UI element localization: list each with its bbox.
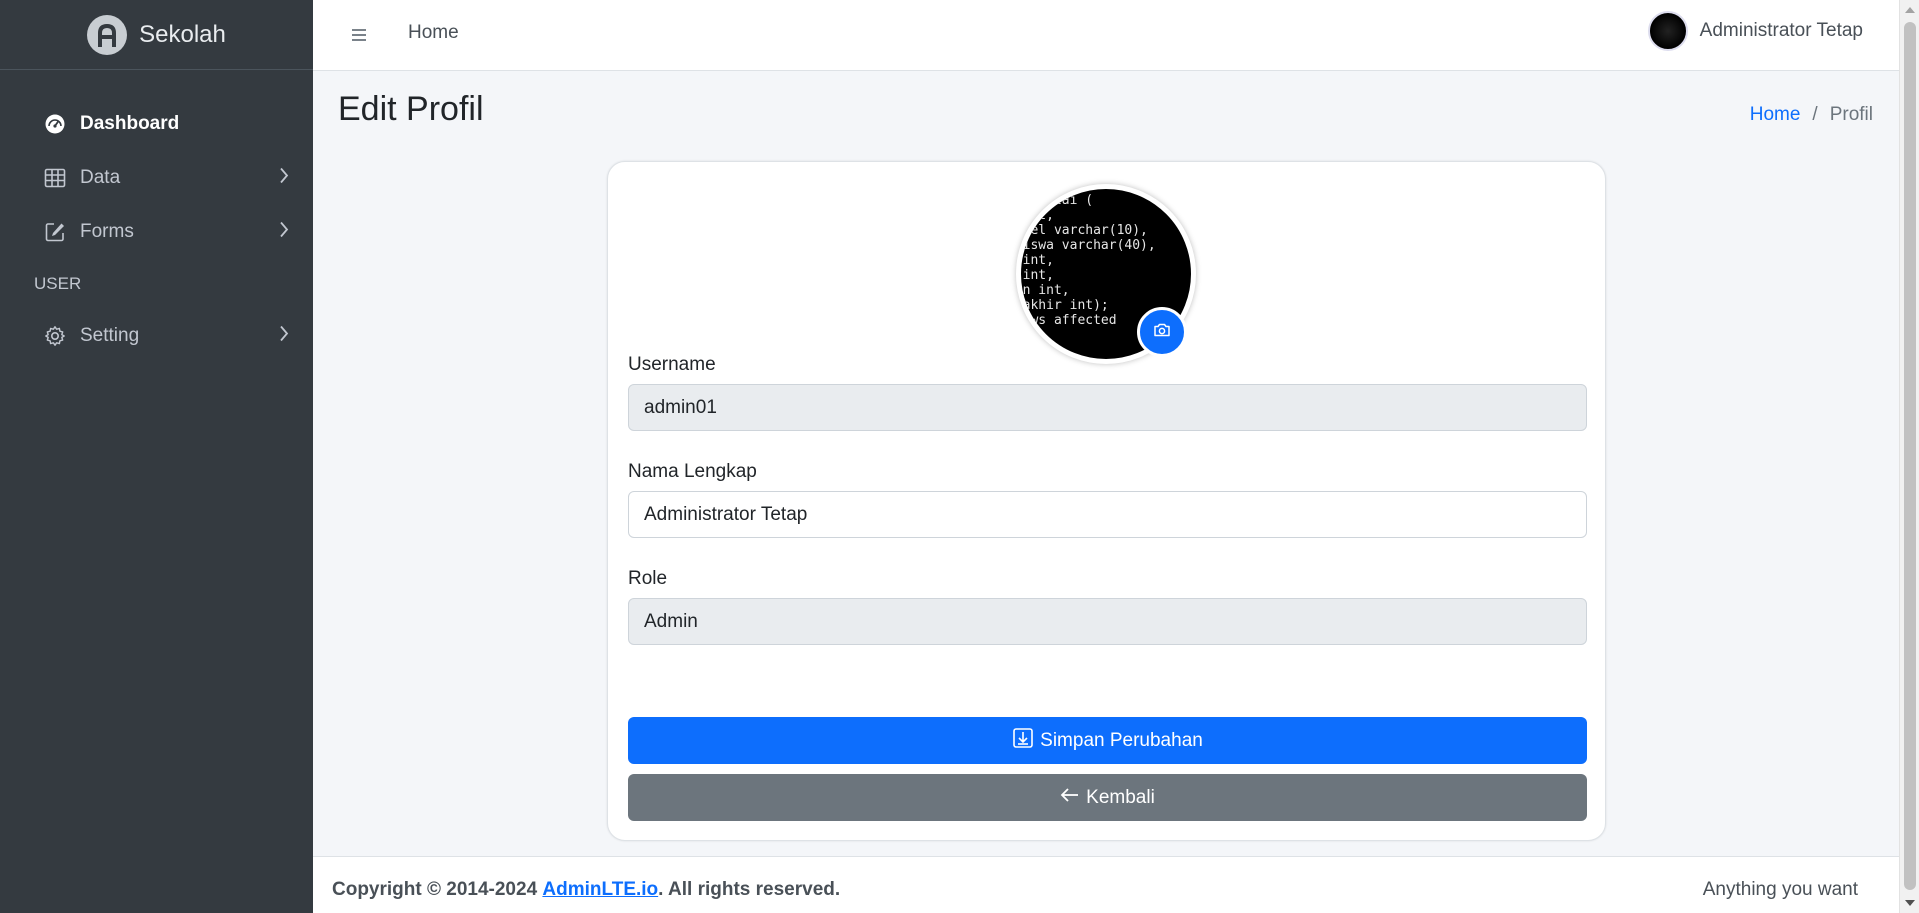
sidebar-section-header: USER <box>34 274 82 293</box>
role-label: Role <box>628 568 668 589</box>
sidebar-item-setting[interactable]: Setting <box>0 309 313 363</box>
brand-link[interactable]: Sekolah <box>0 0 313 70</box>
breadcrumb-current: Profil <box>1829 104 1873 125</box>
chevron-right-icon <box>279 325 289 348</box>
navbar-home-link[interactable]: Home <box>408 22 459 44</box>
user-name: Administrator Tetap <box>1699 20 1863 41</box>
speedometer-icon <box>44 113 66 135</box>
page-title: Edit Profil <box>338 90 484 128</box>
profile-picture-text: BLE nilai ( i int, mapel varchar(10), si… <box>1016 193 1156 328</box>
change-photo-button[interactable] <box>1137 307 1187 357</box>
chevron-right-icon <box>279 221 289 244</box>
adminlte-link[interactable]: AdminLTE.io <box>542 879 658 900</box>
adminlte-logo-icon <box>87 14 128 55</box>
fullname-label: Nama Lengkap <box>628 461 757 482</box>
save-button-label: Simpan Perubahan <box>1040 729 1203 751</box>
save-icon <box>1012 727 1034 755</box>
breadcrumb-home-link[interactable]: Home <box>1750 104 1801 126</box>
breadcrumb: Home / Profil <box>1750 104 1873 126</box>
scroll-down-arrow-icon[interactable] <box>1905 900 1915 906</box>
username-field[interactable] <box>628 384 1587 431</box>
sidebar-nav: Dashboard Data Forms USER Setting <box>0 70 313 363</box>
copyright-text: Copyright © 2014-2024 <box>332 879 538 900</box>
top-navbar: Home Administrator Tetap <box>313 0 1899 71</box>
sidebar-item-label: Forms <box>80 221 134 242</box>
avatar <box>1647 11 1688 51</box>
fullname-field[interactable] <box>628 491 1587 538</box>
footer-copyright: Copyright © 2014-2024 AdminLTE.io. All r… <box>332 879 840 901</box>
scrollbar[interactable] <box>1899 0 1919 913</box>
table-icon <box>44 167 66 189</box>
sidebar: Sekolah Dashboard Data Forms USER Settin… <box>0 0 313 913</box>
footer: Copyright © 2014-2024 AdminLTE.io. All r… <box>313 856 1899 913</box>
brand-name: Sekolah <box>139 20 226 48</box>
arrow-left-icon <box>1060 787 1080 809</box>
rights-text-inner: . All rights reserved. <box>658 879 841 900</box>
sidebar-item-dashboard[interactable]: Dashboard <box>0 97 313 151</box>
back-button[interactable]: Kembali <box>628 774 1587 821</box>
sidebar-item-data[interactable]: Data <box>0 151 313 205</box>
sidebar-item-forms[interactable]: Forms <box>0 205 313 259</box>
back-button-label: Kembali <box>1086 786 1155 808</box>
sidebar-item-label: Dashboard <box>80 113 180 134</box>
footer-right-text: Anything you want <box>1702 879 1858 900</box>
profile-card: BLE nilai ( i int, mapel varchar(10), si… <box>607 161 1606 841</box>
camera-icon <box>1153 322 1171 343</box>
sidebar-item-label: Data <box>80 167 121 188</box>
chevron-right-icon <box>279 167 289 190</box>
scrollbar-thumb[interactable] <box>1904 22 1916 890</box>
role-field[interactable] <box>628 598 1587 645</box>
user-menu[interactable]: Administrator Tetap <box>1647 11 1863 51</box>
scroll-up-arrow-icon[interactable] <box>1905 7 1915 13</box>
username-label: Username <box>628 354 716 375</box>
sidebar-item-label: Setting <box>80 325 140 346</box>
gear-icon <box>44 325 66 347</box>
rights-text: . All rights reserved. <box>658 879 840 900</box>
breadcrumb-separator: / <box>1812 104 1818 125</box>
hamburger-icon[interactable] <box>350 25 368 45</box>
pencil-square-icon <box>44 221 66 243</box>
save-button[interactable]: Simpan Perubahan <box>628 717 1587 764</box>
